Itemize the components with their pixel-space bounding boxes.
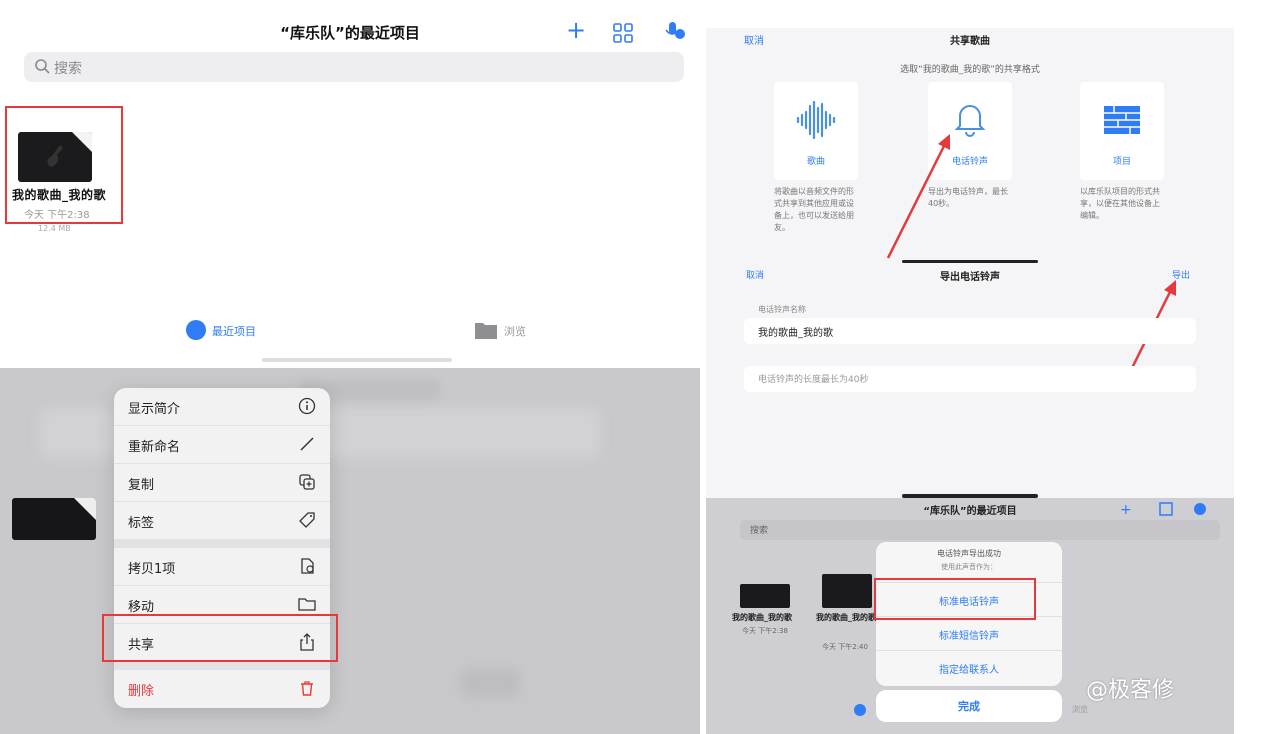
sheet-title: 共享歌曲	[950, 36, 990, 47]
file-date: 今天 下午2:38	[742, 627, 788, 635]
menu-item-duplicate[interactable]: 复制	[114, 464, 330, 502]
menu-item-label: 删除	[128, 684, 155, 699]
share-option-song[interactable]: 歌曲	[774, 82, 858, 180]
duplicate-icon	[299, 474, 315, 490]
dialog-subtitle: 使用此声音作为：	[941, 563, 997, 571]
search-bar[interactable]: 搜索	[740, 520, 1220, 540]
pointer-arrow-icon	[886, 134, 950, 259]
trash-icon	[301, 681, 313, 696]
recent-projects-screen: “库乐队”的最近项目 + 搜索 我的歌曲_我的歌 今天 下午2:38 12.4 …	[0, 0, 700, 368]
option-label: 指定给联系人	[939, 665, 999, 676]
home-indicator	[902, 494, 1038, 498]
menu-separator	[114, 540, 330, 548]
search-icon	[35, 59, 50, 74]
share-option-label: 项目	[1112, 157, 1131, 167]
ringtone-name-label: 电话铃声名称	[758, 305, 806, 314]
menu-item-label: 重新命名	[128, 440, 181, 455]
file-date: 今天 下午2:40	[822, 643, 868, 651]
menu-separator	[114, 662, 330, 670]
file-name: 我的歌曲_我的歌	[12, 188, 107, 202]
home-indicator	[262, 358, 452, 362]
share-sheet-screen: 取消 共享歌曲 选取“我的歌曲_我的歌”的共享格式 歌曲 将歌曲以音频文件的形式…	[706, 28, 1234, 498]
menu-item-rename[interactable]: 重新命名	[114, 426, 330, 464]
song-thumbnail[interactable]	[822, 574, 872, 608]
search-bar[interactable]: 搜索	[24, 52, 684, 82]
browse-label[interactable]: 浏览	[1072, 704, 1088, 715]
ringtone-name-field[interactable]: 我的歌曲_我的歌	[744, 318, 1196, 344]
menu-item-copy[interactable]: 拷贝1项	[114, 548, 330, 586]
watermark: @极客修	[1086, 678, 1175, 703]
ringtone-hint-field: 电话铃声的长度最长为40秒	[744, 366, 1196, 392]
ringtone-hint: 电话铃声的长度最长为40秒	[758, 375, 869, 385]
song-thumbnail[interactable]	[18, 132, 92, 182]
menu-item-label: 移动	[128, 600, 155, 615]
file-date: 今天 下午2:38	[24, 210, 90, 221]
option-label: 标准短信铃声	[939, 631, 999, 642]
share-highlight-box	[102, 614, 338, 662]
project-tracks-icon	[1104, 106, 1140, 134]
bell-icon	[954, 105, 986, 137]
guitar-icon	[47, 145, 63, 167]
file-size: 12.4 MB	[38, 224, 71, 233]
search-placeholder: 搜索	[54, 61, 82, 77]
waveform-icon	[796, 100, 836, 140]
menu-item-label: 显示简介	[128, 402, 181, 417]
voice-icon[interactable]	[664, 20, 686, 44]
copy-icon	[301, 558, 314, 574]
folder-icon	[475, 323, 497, 339]
file-name: 我的歌曲_我的歌	[732, 613, 792, 622]
menu-item-delete[interactable]: 删除	[114, 670, 330, 708]
toolbar-icons[interactable]: +	[1120, 500, 1220, 518]
dialog-title: 电话铃声导出成功	[937, 549, 1001, 558]
tag-icon	[299, 512, 315, 528]
tab-recents-label: 最近项目	[212, 325, 256, 338]
page-title: “库乐队”的最近项目	[280, 24, 420, 42]
blurred-tab	[460, 668, 520, 698]
menu-item-label: 标签	[128, 516, 155, 531]
menu-item-info[interactable]: 显示简介	[114, 388, 330, 426]
share-option-label: 歌曲	[806, 157, 825, 167]
share-option-project[interactable]: 项目	[1080, 82, 1164, 180]
add-icon[interactable]: +	[566, 18, 586, 42]
export-success-screen: “库乐队”的最近项目 + 搜索 我的歌曲_我的歌 我的歌曲_我的歌 今天 下午2…	[706, 494, 1234, 734]
song-thumbnail[interactable]	[740, 584, 790, 608]
page-fold	[72, 132, 92, 152]
option-highlight-box	[874, 578, 1036, 620]
done-label: 完成	[958, 700, 980, 713]
svg-text:+: +	[1120, 502, 1132, 518]
song-thumbnail[interactable]	[12, 498, 96, 540]
grid-view-icon[interactable]	[613, 23, 633, 43]
pencil-icon	[300, 437, 314, 451]
sheet-subtitle: 选取“我的歌曲_我的歌”的共享格式	[900, 65, 1040, 75]
info-icon	[298, 397, 316, 415]
search-placeholder: 搜索	[750, 526, 769, 536]
done-button[interactable]: 完成	[876, 690, 1062, 722]
context-menu-screen: 显示简介 重新命名 复制 标签 拷贝1项 移动 共享 删除	[0, 368, 700, 734]
share-option-desc: 将歌曲以音频文件的形式共享到其他应用或设备上，也可以发送给朋友。	[774, 187, 854, 232]
share-option-desc: 以库乐队项目的形式共享，以便在其他设备上编辑。	[1080, 187, 1160, 220]
folder-icon	[298, 598, 316, 611]
menu-item-label: 复制	[128, 478, 155, 493]
tab-browse-label: 浏览	[504, 325, 526, 338]
recents-icon[interactable]	[854, 704, 866, 716]
file-name: 我的歌曲_我的歌	[816, 613, 876, 622]
ringtone-name-value: 我的歌曲_我的歌	[758, 328, 833, 339]
menu-item-label: 拷贝1项	[128, 562, 176, 577]
text-tone-option[interactable]: 标准短信铃声	[876, 616, 1062, 650]
clock-icon	[186, 320, 206, 340]
page-fold	[74, 498, 96, 520]
assign-contact-option[interactable]: 指定给联系人	[876, 650, 1062, 684]
sheet-grabber	[902, 260, 1038, 263]
menu-item-tags[interactable]: 标签	[114, 502, 330, 540]
